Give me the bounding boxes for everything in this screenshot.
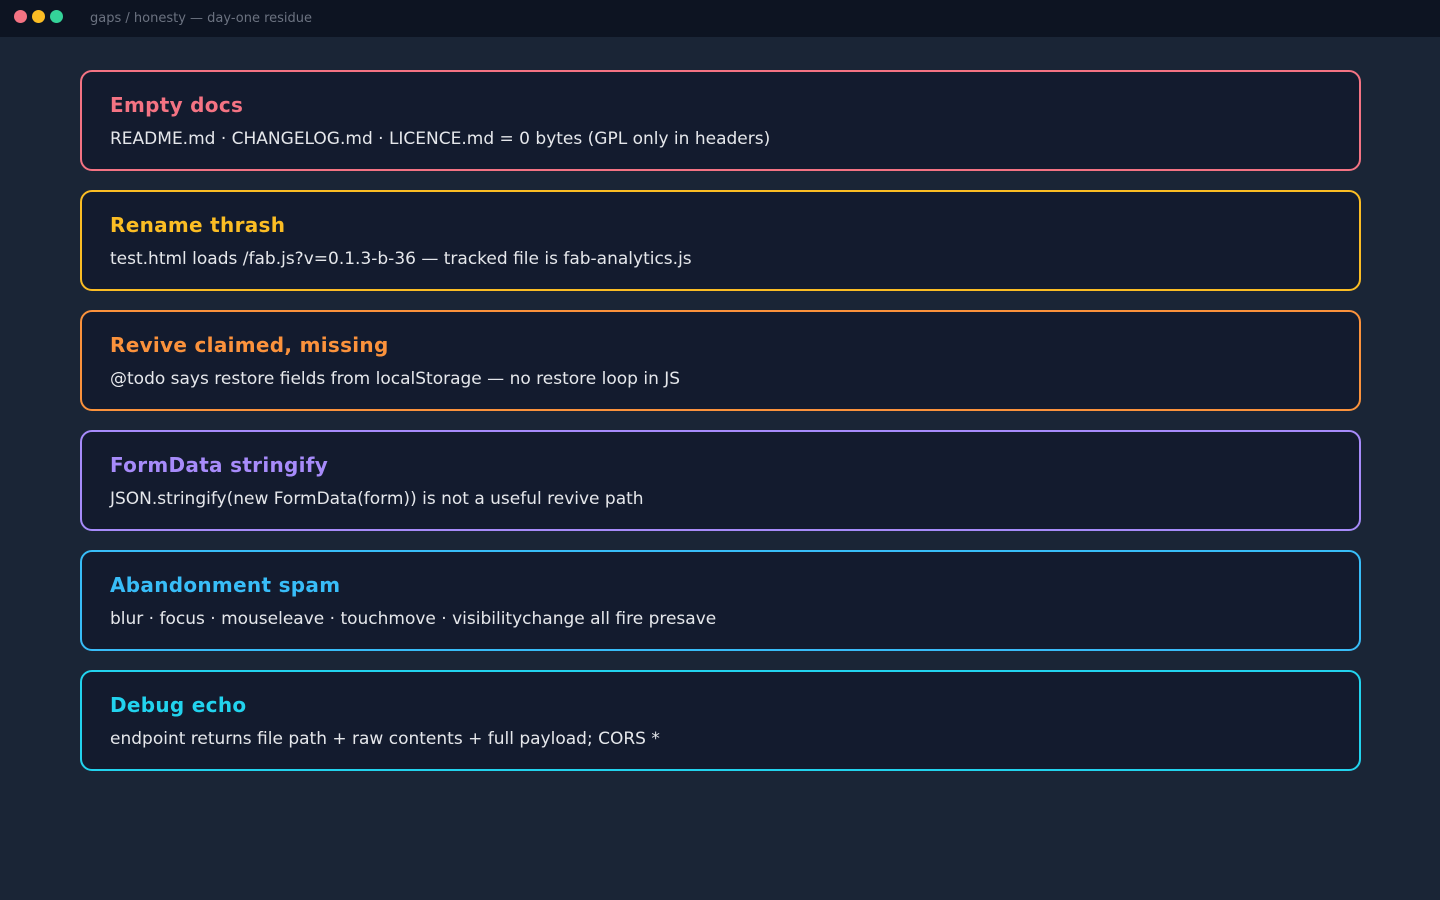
card-body: README.md · CHANGELOG.md · LICENCE.md = …: [110, 129, 771, 149]
maximize-window-button[interactable]: [50, 10, 63, 23]
card-body: blur · focus · mouseleave · touchmove · …: [110, 609, 717, 629]
window-title: gaps / honesty — day-one residue: [90, 11, 313, 26]
card-debug-echo: Debug echo endpoint returns file path + …: [80, 670, 1361, 771]
minimize-window-button[interactable]: [32, 10, 45, 23]
card-body: @todo says restore fields from localStor…: [110, 369, 681, 389]
card-abandonment-spam: Abandonment spam blur · focus · mouselea…: [80, 550, 1361, 651]
card-title: Rename thrash: [110, 213, 286, 237]
card-list: Empty docs README.md · CHANGELOG.md · LI…: [80, 70, 1361, 790]
card-formdata-stringify: FormData stringify JSON.stringify(new Fo…: [80, 430, 1361, 531]
card-body: JSON.stringify(new FormData(form)) is no…: [110, 489, 644, 509]
card-title: Debug echo: [110, 693, 247, 717]
card-title: FormData stringify: [110, 453, 329, 477]
title-bar: gaps / honesty — day-one residue: [0, 0, 1440, 37]
card-body: endpoint returns file path + raw content…: [110, 729, 660, 749]
card-title: Empty docs: [110, 93, 244, 117]
card-revive-claimed-missing: Revive claimed, missing @todo says resto…: [80, 310, 1361, 411]
card-title: Abandonment spam: [110, 573, 341, 597]
close-window-button[interactable]: [14, 10, 27, 23]
card-empty-docs: Empty docs README.md · CHANGELOG.md · LI…: [80, 70, 1361, 171]
card-title: Revive claimed, missing: [110, 333, 389, 357]
card-body: test.html loads /fab.js?v=0.1.3-b-36 — t…: [110, 249, 692, 269]
card-rename-thrash: Rename thrash test.html loads /fab.js?v=…: [80, 190, 1361, 291]
